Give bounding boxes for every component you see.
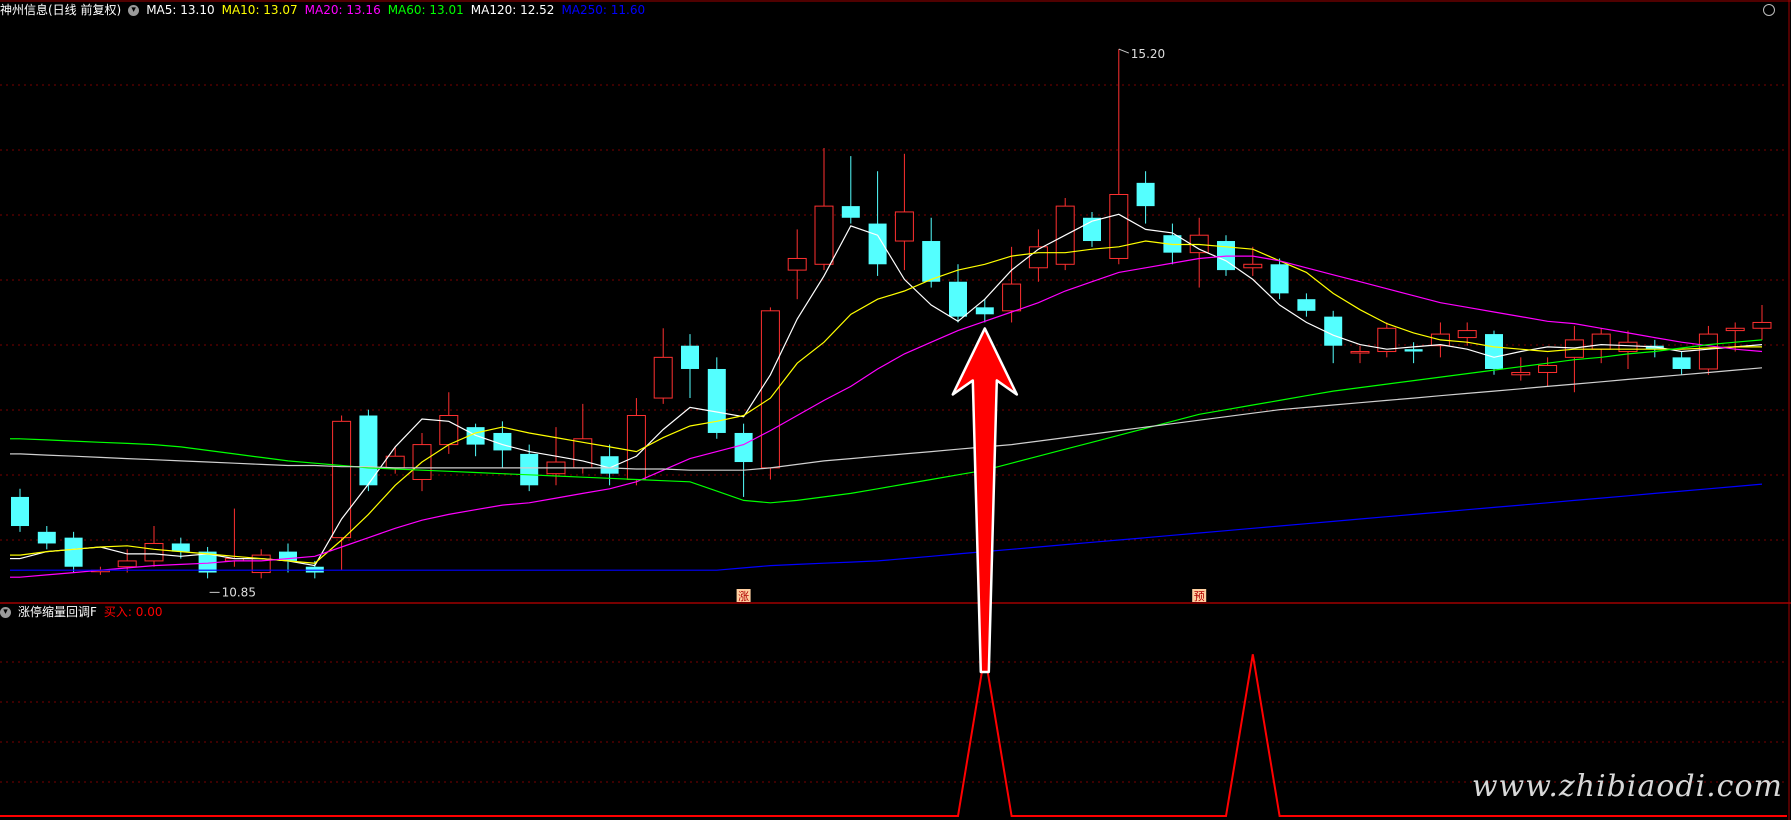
candle [1672,357,1691,369]
candle [1618,341,1638,353]
candle [37,531,56,544]
candle [949,281,967,317]
candle [1136,182,1155,207]
candle [493,432,512,451]
candle [1591,333,1611,350]
candle [117,560,137,568]
signal-label: 预 [1194,590,1205,603]
candle [1270,264,1289,294]
candle [894,211,914,242]
signal-label: 涨 [738,590,749,603]
candle [1028,246,1048,269]
low-price-label: 10.85 [222,585,256,599]
candle [814,205,834,265]
signal-arrow-icon [951,327,1019,674]
ma5-label: MA5: 13.10 [146,3,215,17]
candle [1752,321,1772,329]
candle [1725,327,1745,332]
candle [734,432,753,463]
candle [1350,351,1370,354]
candle [439,415,459,446]
candle [1002,283,1022,312]
ma-line-ma10 [19,240,1762,564]
candle [64,537,83,567]
main-legend: 神州信息(日线 前复权) ▾ MA5: 13.10 MA10: 13.07 MA… [0,0,645,20]
candle [385,455,405,469]
ma-line-ma120 [19,367,1763,471]
candle [653,356,673,399]
candle [1538,364,1558,373]
candle [626,415,646,480]
candle [868,223,887,265]
candle [1324,316,1343,346]
candle [144,542,164,562]
high-price-label: 15.20 [1131,47,1165,61]
ma-line-ma20 [19,255,1763,578]
candle [787,257,807,271]
ma60-label: MA60: 13.01 [387,3,464,17]
candle [1243,263,1263,269]
ma250-label: MA250: 11.60 [561,3,646,17]
ma120-label: MA120: 12.52 [470,3,555,17]
chevron-down-icon[interactable]: ▾ [128,4,140,16]
candle [1485,334,1503,369]
candle [171,543,190,552]
indicator-value: 买入: 0.00 [103,605,163,619]
candle [1511,371,1531,376]
candle [975,307,994,315]
candle [1698,333,1718,370]
indicator-legend: ▾ 涨停缩量回调F 买入: 0.00 [0,602,162,622]
candle [332,420,352,539]
ma20-label: MA20: 13.16 [304,3,381,17]
candle [922,241,941,282]
stock-title: 神州信息(日线 前复权) [0,3,122,17]
ma10-label: MA10: 13.07 [221,3,298,17]
kline-chart[interactable]: 15.20 10.85 涨 预 [0,0,1791,820]
indicator-name: 涨停缩量回调F [18,605,97,619]
candle [681,345,699,369]
candle [520,453,539,486]
settings-icon[interactable] [1763,4,1775,16]
candle [11,496,29,527]
watermark: www.zhibiaodi.com [1471,769,1783,804]
candle [1404,349,1423,352]
high-marker [1118,48,1129,54]
candle [1297,299,1316,311]
candle [1457,330,1477,339]
candle [1109,193,1129,259]
candle [707,368,726,433]
candle [841,206,860,218]
chevron-down-icon[interactable]: ▾ [0,606,11,618]
